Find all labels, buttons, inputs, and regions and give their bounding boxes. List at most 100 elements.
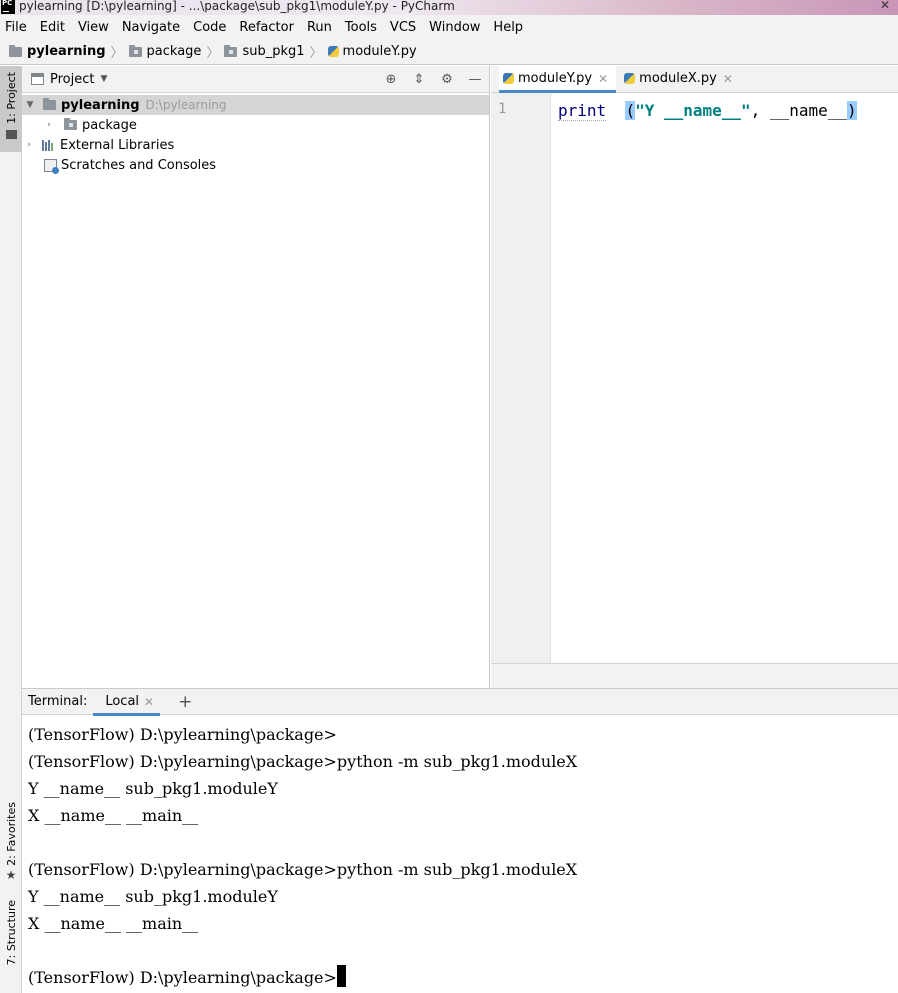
menu-tools[interactable]: Tools [345,20,377,35]
editor: moduleY.py ✕ moduleX.py ✕ 1 print ("Y __… [491,65,898,688]
side-tab-project[interactable]: 1: Project [0,66,22,152]
close-icon[interactable]: ✕ [598,72,608,86]
side-tab-favorites[interactable]: 2: Favorites ★ [0,802,22,890]
chevron-right-icon[interactable]: › [24,140,34,150]
code-paren-close: ) [847,101,857,120]
breadcrumb-label: package [146,44,202,59]
chevron-down-icon[interactable]: ▼ [25,100,35,110]
menu-help[interactable]: Help [493,20,523,35]
title-bar: PC pylearning [D:\pylearning] - ...\pack… [0,0,898,15]
menu-window[interactable]: Window [429,20,480,35]
side-tab-structure[interactable]: 7: Structure [0,900,22,990]
package-folder-icon [224,44,238,57]
chevron-right-icon[interactable]: › [44,120,54,130]
python-file-icon [503,73,514,84]
folder-icon [43,98,56,110]
breadcrumb-label: sub_pkg1 [242,44,305,59]
window-close-icon[interactable]: ✕ [880,0,890,13]
project-panel-title[interactable]: Project [50,72,94,87]
locate-file-icon[interactable]: ⊕ [383,71,399,87]
python-file-icon [327,46,339,57]
breadcrumb-label: pylearning [27,44,106,59]
tab-moduley[interactable]: moduleY.py ✕ [499,65,617,93]
menu-run[interactable]: Run [307,20,332,35]
line-number: 1 [498,101,507,117]
terminal-header: Terminal: Local ✕ + [22,689,898,716]
close-icon[interactable]: ✕ [723,72,733,86]
side-tab-label: 7: Structure [4,900,18,966]
project-panel-header: Project ▼ ⊕ ⇕ ⚙ — [22,66,489,93]
terminal-line: (TensorFlow) D:\pylearning\package> [28,725,337,744]
tree-item-label: Scratches and Consoles [61,157,217,173]
add-terminal-icon[interactable]: + [178,692,192,712]
project-tree: ▼ pylearning D:\pylearning › package › E… [22,93,489,175]
breadcrumb-separator-icon: 〉 [309,46,323,61]
breadcrumb-item-moduley[interactable]: moduleY.py [327,44,417,59]
breadcrumb-item-package[interactable]: package [128,44,202,59]
window-title: pylearning [D:\pylearning] - ...\package… [19,0,455,13]
terminal-label: Terminal: [28,694,88,709]
gear-icon[interactable]: ⚙ [439,71,455,87]
tree-item-package[interactable]: › package [22,115,489,135]
menu-code[interactable]: Code [193,20,226,35]
text-cursor [336,965,346,987]
code-editor[interactable]: print ("Y __name__", __name__) [552,93,898,663]
terminal-line: (TensorFlow) D:\pylearning\package>pytho… [28,860,578,879]
side-tab-label: 2: Favorites [4,802,18,866]
chevron-down-icon[interactable]: ▼ [100,74,107,84]
code-args: , __name__ [750,101,847,120]
breadcrumb-separator-icon: 〉 [110,46,124,61]
menu-navigate[interactable]: Navigate [122,20,180,35]
tree-item-external-libraries[interactable]: › External Libraries [22,135,489,155]
pycharm-logo-icon: PC [1,0,15,14]
tree-item-path: D:\pylearning [145,98,227,112]
menu-vcs[interactable]: VCS [390,20,416,35]
terminal-panel: Terminal: Local ✕ + (TensorFlow) D:\pyle… [22,688,898,993]
tab-label: moduleX.py [639,71,717,86]
package-folder-icon [128,44,142,57]
code-line[interactable]: print ("Y __name__", __name__) [558,101,857,121]
breadcrumb-separator-icon: 〉 [206,46,220,61]
breadcrumb-item-sub-pkg1[interactable]: sub_pkg1 [224,44,305,59]
hide-panel-icon[interactable]: — [467,71,483,87]
line-number-gutter: 1 [491,93,551,663]
project-panel: Project ▼ ⊕ ⇕ ⚙ — ▼ pylearning D:\pylear… [22,66,490,688]
terminal-prompt-line[interactable]: (TensorFlow) D:\pylearning\package> [28,964,898,991]
editor-tabs: moduleY.py ✕ moduleX.py ✕ [491,65,898,93]
side-tab-label: 1: Project [4,72,18,124]
menu-file[interactable]: File [5,20,27,35]
tree-item-scratches[interactable]: Scratches and Consoles [22,155,489,175]
libraries-icon [42,139,56,151]
terminal-tab-label: Local [105,694,140,709]
tree-item-label: pylearning [61,97,140,113]
python-file-icon [624,73,636,84]
menu-view[interactable]: View [78,20,109,35]
code-paren-open: ( [625,101,636,120]
star-icon: ★ [5,867,17,882]
tree-item-label: package [82,117,137,133]
tab-label: moduleY.py [518,71,593,86]
menu-refactor[interactable]: Refactor [239,20,294,35]
breadcrumb-item-pylearning[interactable]: pylearning [9,44,106,59]
terminal-line: Y __name__ sub_pkg1.moduleY [28,887,278,906]
tree-item-label: External Libraries [60,137,175,153]
terminal-line: (TensorFlow) D:\pylearning\package>pytho… [28,752,578,771]
terminal-line: Y __name__ sub_pkg1.moduleY [28,779,278,798]
code-function: print [558,101,607,121]
editor-footer [491,663,898,688]
terminal-line: X __name__ __main__ [28,806,199,825]
close-icon[interactable]: ✕ [144,695,154,709]
menu-edit[interactable]: Edit [40,20,65,35]
tab-modulex[interactable]: moduleX.py ✕ [620,65,741,92]
tree-item-pylearning[interactable]: ▼ pylearning D:\pylearning [22,95,489,115]
package-folder-icon [64,118,77,130]
scratches-icon [44,158,59,174]
terminal-line: X __name__ __main__ [28,914,199,933]
collapse-all-icon[interactable]: ⇕ [411,71,427,87]
breadcrumb-label: moduleY.py [342,44,417,59]
terminal-output[interactable]: (TensorFlow) D:\pylearning\package> (Tens… [22,715,898,991]
terminal-tab-local[interactable]: Local ✕ [93,689,160,716]
folder-icon [9,44,22,57]
